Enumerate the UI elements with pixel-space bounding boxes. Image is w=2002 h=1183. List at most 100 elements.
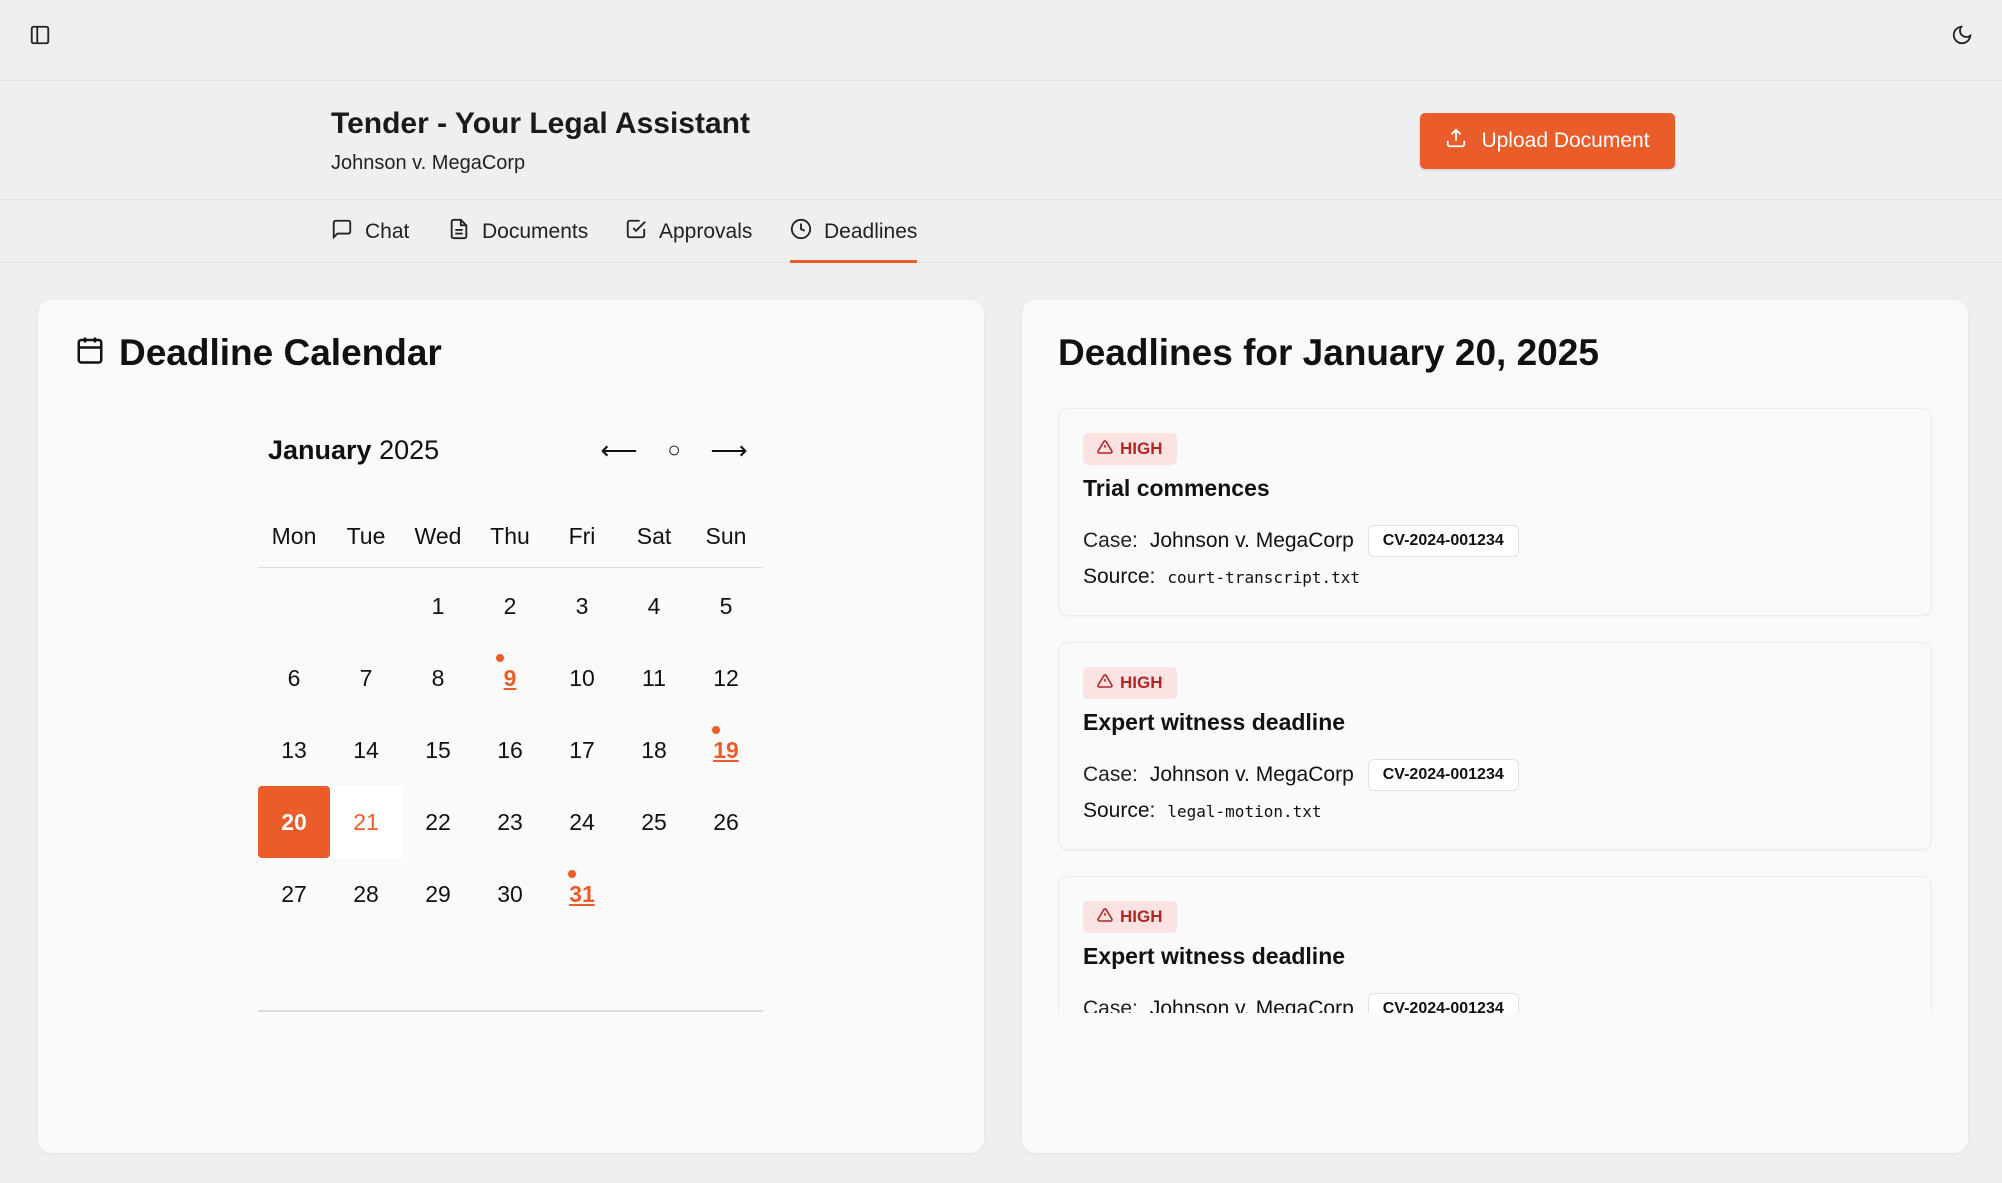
calendar-day[interactable]: 29 [402,858,474,930]
calendar-day[interactable]: 1 [402,570,474,642]
warning-triangle-icon [1097,673,1113,694]
tab-chat[interactable]: Chat [331,201,409,263]
top-bar [0,0,2002,81]
case-row: Case: Johnson v. MegaCorp CV-2024-001234 [1083,759,1519,791]
tab-label: Approvals [659,220,753,243]
case-label: Case: [1083,997,1138,1013]
upload-document-button[interactable]: Upload Document [1420,113,1675,169]
calendar-day-with-deadline[interactable]: 19 [690,714,762,786]
calendar-day[interactable]: 10 [546,642,618,714]
clock-icon [790,218,812,246]
tab-deadlines[interactable]: Deadlines [790,201,918,263]
priority-label: HIGH [1120,439,1163,458]
deadlines-panel-title: Deadlines for January 20, 2025 [1058,332,1599,373]
previous-month-arrow-icon[interactable]: ⟵ [599,435,639,466]
deadline-title: Expert witness deadline [1083,943,1346,969]
case-label: Case: [1083,529,1138,552]
moon-icon[interactable] [1942,15,1982,55]
case-number-badge: CV-2024-001234 [1367,525,1519,557]
calendar-day[interactable]: 14 [330,714,402,786]
case-label: Case: [1083,763,1138,786]
tab-documents[interactable]: Documents [448,201,588,263]
calendar-day-with-deadline[interactable]: 9 [474,642,546,714]
source-file[interactable]: legal-motion.txt [1167,802,1321,821]
calendar-day[interactable]: 6 [258,642,330,714]
deadline-title: Trial commences [1083,475,1270,501]
calendar-day[interactable]: 25 [618,786,690,858]
calendar-day[interactable]: 26 [690,786,762,858]
calendar-month-year: January 2025 [268,435,439,466]
calendar-panel: Deadline Calendar January 2025 ⟵ ○ ⟶ Mon… [38,300,984,1153]
page-title: Tender - Your Legal Assistant [331,107,750,140]
calendar-day[interactable]: 28 [330,858,402,930]
case-name: Johnson v. MegaCorp [1149,997,1354,1013]
deadline-title: Expert witness deadline [1083,709,1346,735]
calendar-day[interactable]: 2 [474,570,546,642]
calendar-header: January 2025 ⟵ ○ ⟶ [258,420,763,480]
calendar-day[interactable]: 23 [474,786,546,858]
priority-label: HIGH [1120,907,1163,926]
case-number-badge: CV-2024-001234 [1367,759,1519,791]
calendar-day[interactable]: 7 [330,642,402,714]
source-label: Source: [1083,565,1156,588]
case-row: Case: Johnson v. MegaCorp CV-2024-001234 [1083,525,1519,557]
tab-bar: Chat Documents Approvals Deadlines [0,201,2002,263]
upload-button-label: Upload Document [1481,129,1650,152]
tab-label: Chat [365,220,410,243]
calendar-day[interactable]: 30 [474,858,546,930]
case-row: Case: Johnson v. MegaCorp CV-2024-001234 [1083,993,1519,1013]
tab-label: Deadlines [824,220,918,243]
calendar-day[interactable]: 3 [546,570,618,642]
checkbox-icon [625,218,647,246]
calendar-day-today[interactable]: 21 [330,786,402,858]
weekday-label: Wed [414,523,462,549]
document-icon [448,218,470,246]
calendar-day[interactable]: 16 [474,714,546,786]
page-header: Tender - Your Legal Assistant Johnson v.… [0,82,2002,200]
priority-label: HIGH [1120,673,1163,692]
calendar-icon [75,332,105,374]
calendar: January 2025 ⟵ ○ ⟶ Mon Tue Wed Thu Fri Sat Sun… [258,420,763,1012]
calendar-day[interactable]: 12 [690,642,762,714]
warning-triangle-icon [1097,439,1113,460]
calendar-year: 2025 [379,434,440,465]
calendar-day[interactable]: 8 [402,642,474,714]
calendar-title-text: Deadline Calendar [119,332,442,373]
deadline-list[interactable]: HIGH Trial commences Case: Johnson v. Me… [1058,408,1932,1013]
deadlines-panel: Deadlines for January 20, 2025 HIGH Tria… [1022,300,1968,1153]
deadline-card[interactable]: HIGH Trial commences Case: Johnson v. Me… [1058,408,1932,616]
deadline-card[interactable]: HIGH Expert witness deadline Case: Johns… [1058,876,1932,1013]
calendar-empty-cell [258,570,330,642]
calendar-day[interactable]: 24 [546,786,618,858]
priority-badge: HIGH [1083,667,1177,699]
warning-triangle-icon [1097,907,1113,928]
source-file[interactable]: court-transcript.txt [1167,568,1360,587]
source-label: Source: [1083,799,1156,822]
calendar-day[interactable]: 17 [546,714,618,786]
calendar-day-selected[interactable]: 20 [258,786,330,858]
calendar-day[interactable]: 5 [690,570,762,642]
calendar-day[interactable]: 27 [258,858,330,930]
weekday-header-row: Mon Tue Wed Thu Fri Sat Sun [258,506,763,568]
source-row: Source: legal-motion.txt [1083,799,1322,823]
priority-badge: HIGH [1083,433,1177,465]
next-month-arrow-icon[interactable]: ⟶ [709,435,749,466]
calendar-day-grid: 1 2 3 4 5 6 7 8 9 10 11 12 13 14 15 16 17 18 19 20 21 22 23 24 2… [258,570,763,1012]
deadline-card[interactable]: HIGH Expert witness deadline Case: Johns… [1058,642,1932,850]
calendar-day[interactable]: 18 [618,714,690,786]
calendar-day[interactable]: 4 [618,570,690,642]
calendar-empty-cell [330,570,402,642]
calendar-day[interactable]: 15 [402,714,474,786]
priority-badge: HIGH [1083,901,1177,933]
calendar-day[interactable]: 13 [258,714,330,786]
calendar-month: January [268,434,372,465]
sidebar-toggle-icon[interactable] [20,15,60,55]
calendar-day[interactable]: 11 [618,642,690,714]
today-circle-icon[interactable]: ○ [661,437,687,463]
calendar-day[interactable]: 22 [402,786,474,858]
tab-approvals[interactable]: Approvals [625,201,752,263]
calendar-day-with-deadline[interactable]: 31 [546,858,618,930]
weekday-label: Sat [636,523,672,549]
weekday-label: Thu [490,523,530,549]
case-number-badge: CV-2024-001234 [1367,993,1519,1013]
